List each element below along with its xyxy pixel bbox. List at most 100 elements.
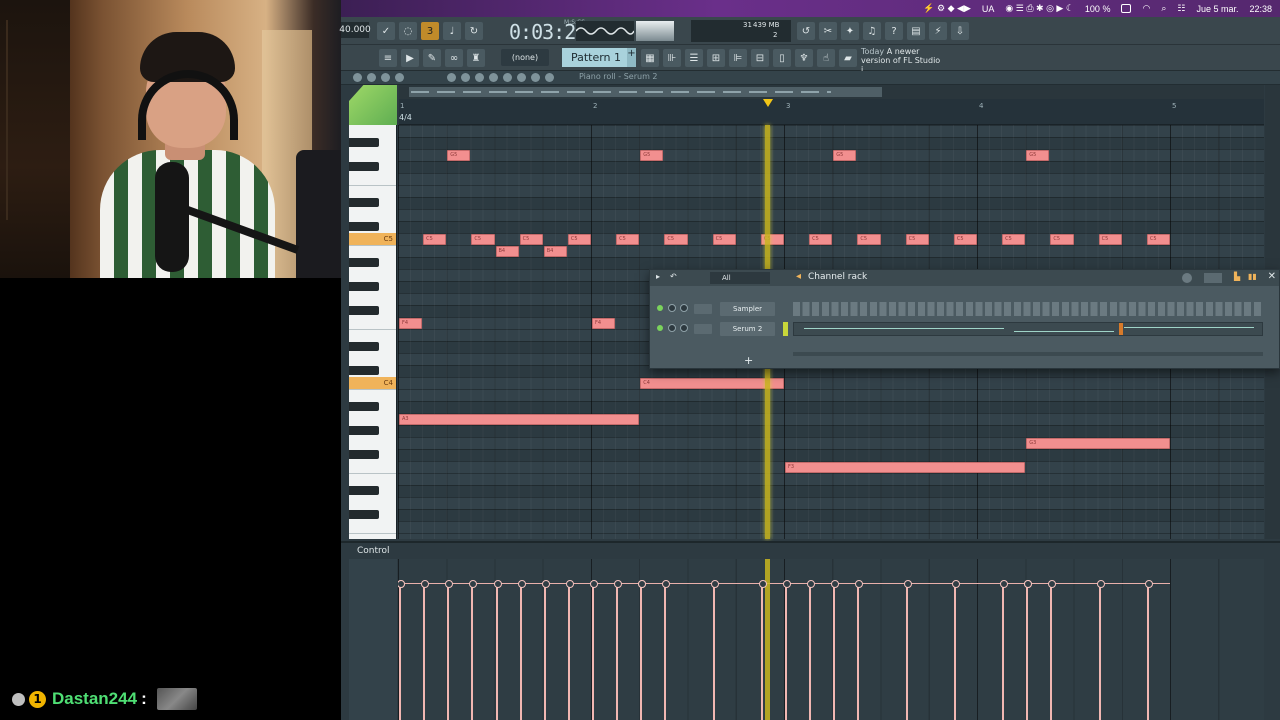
news-panel[interactable]: Today A newer version of FL Studio i... [861,47,951,74]
add-channel-button[interactable]: + [744,354,753,367]
piano-roll-options-button[interactable] [349,85,397,125]
velocity-bar[interactable] [541,580,550,720]
black-key[interactable] [349,222,379,231]
channel-rack-titlebar[interactable]: ▸ ↶ All ◂ Channel rack ▙ ▮▮ ✕ [650,270,1279,286]
velocity-bar[interactable] [831,580,840,720]
menubar-time[interactable]: 22:38 [1249,4,1272,14]
midi-note[interactable]: C5 [857,234,881,245]
velocity-bar[interactable] [1048,580,1057,720]
midi-note[interactable]: B4 [495,246,519,257]
midi-note[interactable]: C5 [1050,234,1074,245]
velocity-bar[interactable] [469,580,478,720]
channel-select[interactable] [783,322,788,336]
control-selector[interactable]: Control [357,546,390,556]
black-key[interactable] [349,162,379,171]
plugin-icon[interactable]: ⚡ [929,22,947,40]
control-center-icon[interactable]: ☷ [1177,3,1185,14]
add-pattern-button[interactable]: + [627,48,636,67]
blend-notes-icon[interactable]: ♩ [443,22,461,40]
midi-note[interactable]: C5 [809,234,833,245]
midi-note[interactable]: C5 [567,234,591,245]
timeline-ruler[interactable]: 4/4 1 2 3 4 5 [399,99,1264,125]
stamp-tool-icon[interactable] [395,73,404,82]
swing-knob[interactable] [1182,273,1192,283]
velocity-bar[interactable] [614,580,623,720]
midi-note[interactable]: C5 [471,234,495,245]
magnet-icon[interactable] [367,73,376,82]
pan-knob[interactable] [668,324,676,332]
step-sequencer[interactable] [793,302,1263,316]
midi-note[interactable]: C5 [423,234,447,245]
browser-icon[interactable]: ⊟ [751,49,769,67]
midi-note[interactable]: C5 [1002,234,1026,245]
black-key[interactable] [349,138,379,147]
black-key[interactable] [349,450,379,459]
midi-note[interactable]: C5 [616,234,640,245]
black-key[interactable] [349,258,379,267]
channel-name[interactable]: Sampler [720,302,775,316]
help-icon[interactable]: ? [885,22,903,40]
volume-knob[interactable] [680,324,688,332]
velocity-bar[interactable] [1096,580,1105,720]
mixer-track[interactable] [694,304,712,314]
midi-note[interactable]: F4 [399,318,423,329]
download-icon[interactable]: ⇩ [951,22,969,40]
black-key[interactable] [349,282,379,291]
velocity-bar[interactable] [662,580,671,720]
velocity-bar[interactable] [590,580,598,720]
black-key[interactable] [349,366,379,375]
channel-led[interactable] [657,325,663,331]
menu-icon[interactable]: ≡ [379,49,397,67]
velocity-bar[interactable] [1144,580,1153,720]
pattern-picker[interactable]: (none) [501,49,549,66]
undo-icon[interactable]: ↺ [797,22,815,40]
midi-note[interactable]: G5 [640,150,664,161]
delete-tool-icon[interactable] [475,73,484,82]
velocity-bar[interactable] [1024,580,1033,720]
midi-note[interactable]: C5 [712,234,736,245]
battery-percent[interactable]: 100 % [1085,4,1111,14]
video-icon[interactable]: ▰ [839,49,857,67]
volume-knob[interactable] [680,304,688,312]
horizontal-scrollbar[interactable] [399,85,1264,99]
playlist-icon[interactable]: ▦ [641,49,659,67]
black-key[interactable] [349,198,379,207]
channel-row[interactable]: Sampler [650,300,1279,318]
velocity-bar[interactable] [1000,580,1009,720]
menubar-input-source[interactable]: UA [982,4,995,14]
velocity-bar[interactable] [783,580,791,720]
playhead-marker[interactable] [763,99,773,107]
steps-icon[interactable]: ▮▮ [1248,272,1257,281]
wifi-icon[interactable]: ◠ [1142,3,1150,14]
black-key[interactable] [349,306,379,315]
velocity-bar[interactable] [951,580,960,720]
black-key[interactable] [349,342,379,351]
black-key[interactable] [349,486,379,495]
midi-note[interactable]: G3 [1026,438,1170,449]
pan-knob[interactable] [668,304,676,312]
wait-record-icon[interactable]: ◌ [399,22,417,40]
midi-note[interactable]: C5 [905,234,929,245]
midi-note[interactable]: G5 [447,150,471,161]
velocity-bar[interactable] [855,580,864,720]
midi-note[interactable]: C5 [519,234,543,245]
midi-note[interactable]: F4 [592,318,616,329]
channel-row[interactable]: Serum 2 [650,320,1279,338]
midi-note[interactable]: C5 [1146,234,1170,245]
piano-roll-icon[interactable]: ⊞ [707,49,725,67]
zoom-tool-icon[interactable] [545,73,554,82]
close-icon[interactable]: ✕ [1268,271,1276,282]
magic-icon[interactable]: ✦ [841,22,859,40]
midi-note[interactable]: G5 [833,150,857,161]
c-key-label[interactable]: C4 [349,377,396,389]
velocity-bar[interactable] [421,580,430,720]
arrow-icon[interactable] [353,73,362,82]
mixer-icon[interactable]: ⊪ [663,49,681,67]
paint-tool-icon[interactable] [461,73,470,82]
tempo-display[interactable]: 40.000 [339,22,371,38]
midi-note[interactable]: A3 [399,414,640,425]
pencil-icon[interactable]: ✎ [423,49,441,67]
menubar-status-icons[interactable]: ⚡ ⚙ ◆ ◀▶ [923,3,971,14]
midi-note[interactable]: F3 [785,462,1026,473]
play-icon[interactable]: ▶ [401,49,419,67]
